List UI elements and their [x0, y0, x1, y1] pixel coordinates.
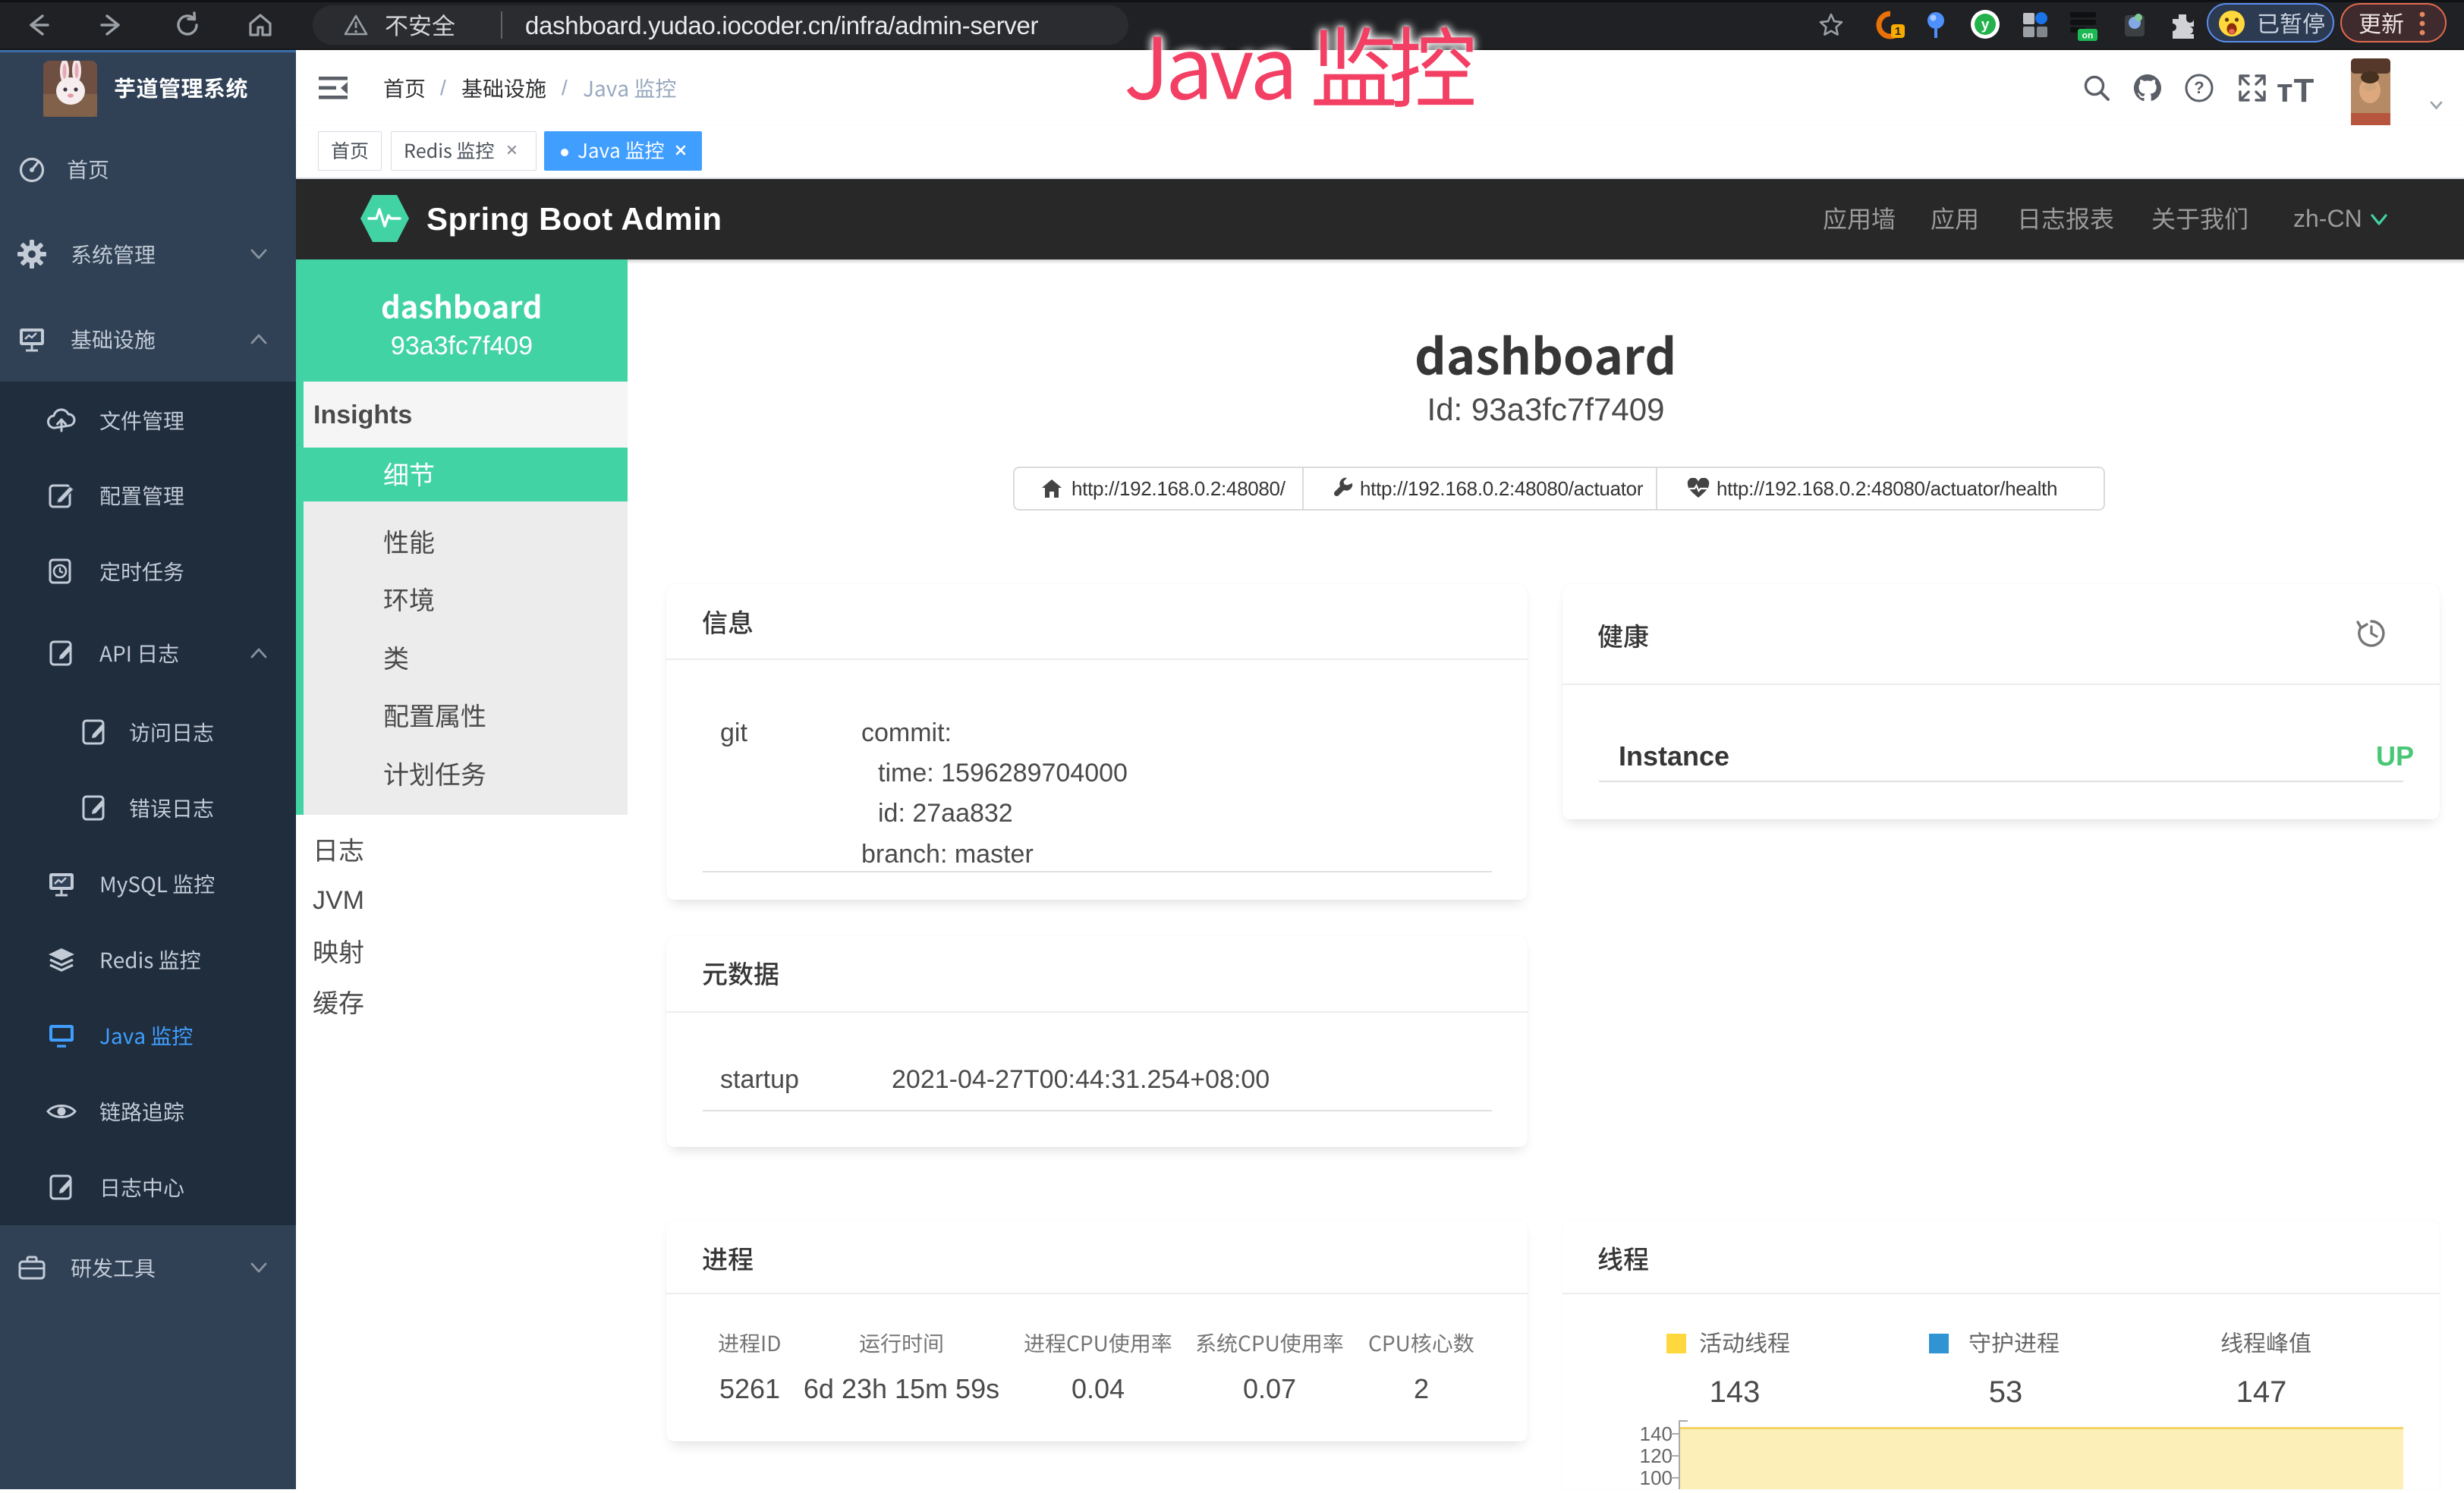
svg-text:?: ?: [2194, 78, 2204, 97]
svg-text:y: y: [1981, 17, 1990, 33]
svg-text:on: on: [2082, 30, 2094, 41]
svg-text:1: 1: [1895, 25, 1901, 38]
